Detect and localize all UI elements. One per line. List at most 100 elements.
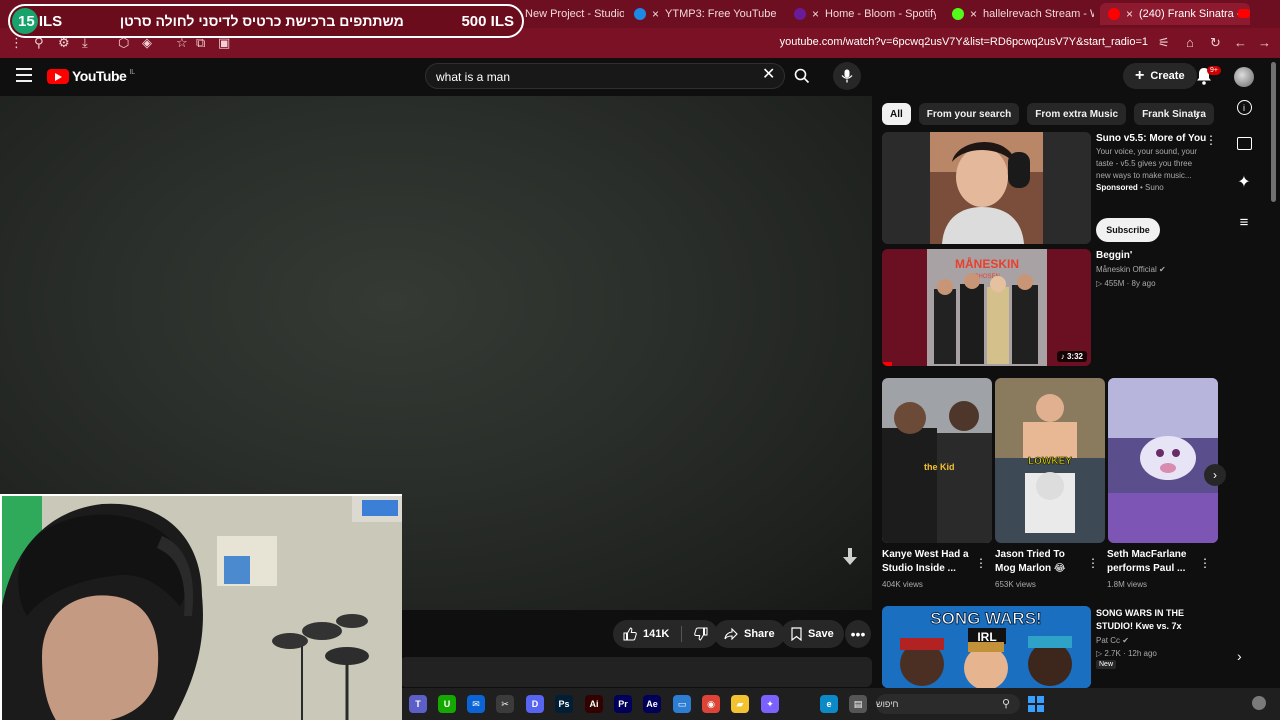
- hamburger-menu-icon[interactable]: [16, 68, 32, 82]
- search-input[interactable]: what is a man: [425, 63, 785, 89]
- more-vertical-icon[interactable]: ⋮: [975, 556, 987, 570]
- taskbar-edge-icon[interactable]: e: [820, 695, 838, 713]
- taskbar-illustrator-icon[interactable]: Ai: [585, 695, 603, 713]
- search-button[interactable]: [785, 63, 819, 89]
- shorts-next-button[interactable]: ›: [1204, 464, 1226, 486]
- reload-icon[interactable]: ↻: [1210, 35, 1221, 51]
- taskbar-search[interactable]: חיפוש: [876, 694, 1020, 714]
- chip-frank-sinatra[interactable]: Frank Sinatra: [1134, 103, 1214, 125]
- clear-search-icon[interactable]: ✕: [762, 64, 775, 84]
- taskbar-snip-icon[interactable]: ✂: [496, 695, 514, 713]
- tab-label: New Project - Studio: [525, 8, 624, 20]
- tab-ytmp3[interactable]: × YTMP3: Free YouTube to MP3 C: [626, 3, 776, 25]
- taskbar-desktop-icon[interactable]: ▭: [673, 695, 691, 713]
- taskbar-after-effects-icon[interactable]: Ae: [643, 695, 661, 713]
- tab-close-icon[interactable]: ×: [1126, 7, 1133, 21]
- mix-video-meta: ▷ 455M · 8y ago: [1096, 279, 1156, 288]
- voice-search-button[interactable]: [833, 62, 861, 90]
- playlist-icon[interactable]: ≡: [1240, 214, 1249, 231]
- song-wars-channel[interactable]: Pat Cc ✔: [1096, 636, 1129, 645]
- short-card[interactable]: LOWKEY: [995, 378, 1105, 543]
- taskbar-discord-icon[interactable]: D: [526, 695, 544, 713]
- mix-thumbnail[interactable]: MÅNESKIN CHOSEN ♪ 3:32: [882, 249, 1091, 366]
- taskbar-premiere-icon[interactable]: Pr: [614, 695, 632, 713]
- donation-banner: 15 ILS משתתפים ברכישת כרטיס לדיסני לחולה…: [8, 4, 524, 38]
- tab-youtube-active[interactable]: × (240) Frank Sinatra - My Way (: [1100, 3, 1250, 25]
- more-vertical-icon[interactable]: ⋮: [1199, 556, 1211, 570]
- short-views: 404K views: [882, 580, 923, 589]
- create-button[interactable]: + Create: [1123, 63, 1197, 89]
- description-box[interactable]: [400, 657, 872, 687]
- back-icon[interactable]: ←: [1234, 35, 1247, 50]
- chevron-right-icon[interactable]: ›: [1237, 648, 1242, 664]
- chevron-right-icon[interactable]: ›: [1195, 107, 1200, 123]
- short-overlay-text: the Kid: [924, 462, 955, 472]
- short-title[interactable]: Kanye West Had a Studio Inside ...: [882, 548, 974, 576]
- tab-close-icon[interactable]: ×: [970, 7, 977, 21]
- thumbs-up-icon[interactable]: [623, 627, 637, 641]
- system-tray-icon[interactable]: [1252, 696, 1266, 710]
- tab-kick[interactable]: × hallelrevach Stream - Watch Li: [944, 3, 1094, 25]
- more-vertical-icon[interactable]: ⋮: [1205, 133, 1217, 147]
- youtube-logo[interactable]: YouTube IL: [47, 68, 135, 84]
- duration-text: 3:32: [1066, 352, 1083, 361]
- thumb-headline: SONG WARS!: [930, 609, 1041, 628]
- sparkle-icon[interactable]: ✦: [1237, 172, 1250, 192]
- more-actions-button[interactable]: •••: [845, 620, 871, 648]
- taskbar-copilot-icon[interactable]: ✦: [761, 695, 779, 713]
- like-dislike-group: 141K: [613, 620, 719, 648]
- chip-from-extra-music[interactable]: From extra Music: [1027, 103, 1127, 125]
- tab-spotify[interactable]: × Home - Bloom - Spotify for Ar: [786, 3, 936, 25]
- taskbar-files-icon[interactable]: ▤: [849, 695, 867, 713]
- tab-favicon-icon: [952, 8, 964, 20]
- home-icon[interactable]: ⌂: [1186, 35, 1194, 50]
- taskbar-photoshop-icon[interactable]: Ps: [555, 695, 573, 713]
- short-title[interactable]: Seth MacFarlane performs Paul ...: [1107, 548, 1199, 576]
- info-icon[interactable]: i: [1236, 100, 1252, 115]
- chip-from-your-search[interactable]: From your search: [918, 103, 1020, 125]
- arrow-down-icon[interactable]: [843, 548, 857, 566]
- subscribe-button[interactable]: Subscribe: [1096, 218, 1160, 242]
- mix-image: MÅNESKIN CHOSEN: [882, 249, 1091, 366]
- share-label: Share: [744, 628, 775, 640]
- taskbar-teams-icon[interactable]: T: [409, 695, 427, 713]
- forward-icon[interactable]: →: [1258, 35, 1271, 50]
- like-count[interactable]: 141K: [643, 628, 669, 640]
- upload-age: 8y ago: [1131, 279, 1156, 288]
- thumbs-down-icon[interactable]: [694, 627, 708, 641]
- tab-close-icon[interactable]: ×: [652, 7, 659, 21]
- save-button[interactable]: Save: [781, 620, 844, 648]
- short-title[interactable]: Jason Tried To Mog Marlon 😂: [995, 548, 1087, 576]
- divider: [681, 626, 683, 642]
- mix-video-title[interactable]: Beggin': [1096, 250, 1132, 261]
- short-card[interactable]: [1108, 378, 1218, 543]
- share-button[interactable]: Share: [714, 620, 785, 648]
- short-thumbnail: LOWKEY: [995, 378, 1105, 543]
- song-wars-title[interactable]: SONG WARS IN THE STUDIO! Kwe vs. 7x: [1096, 607, 1206, 633]
- short-thumbnail: the Kid: [882, 378, 992, 543]
- webcam-feed: [0, 494, 402, 720]
- video-duration: ♪ 3:32: [1056, 351, 1087, 362]
- taskbar-mail-icon[interactable]: ✉: [467, 695, 485, 713]
- address-bar[interactable]: youtube.com/watch?v=6pcwq2usV7Y&list=RD6…: [780, 36, 1148, 48]
- account-avatar[interactable]: [1234, 67, 1254, 87]
- taskbar-upwork-icon[interactable]: U: [438, 695, 456, 713]
- mix-video-channel[interactable]: Måneskin Official ✔: [1096, 265, 1166, 274]
- song-wars-image: SONG WARS! IRL: [882, 606, 1091, 688]
- ad-title[interactable]: Suno v5.5: More of You: [1096, 133, 1206, 144]
- windows-start-icon[interactable]: [1028, 696, 1044, 712]
- site-settings-icon[interactable]: ⚟: [1158, 35, 1170, 51]
- shorts-shelf: the Kid LOWKEY: [882, 378, 1218, 543]
- chip-all[interactable]: All: [882, 103, 911, 125]
- webcam-image: [2, 496, 402, 720]
- more-vertical-icon[interactable]: ⋮: [1087, 556, 1099, 570]
- scrollbar[interactable]: [1271, 62, 1276, 202]
- channel-name: Måneskin Official: [1096, 265, 1157, 274]
- ad-thumbnail[interactable]: [882, 132, 1091, 244]
- song-wars-thumbnail[interactable]: SONG WARS! IRL: [882, 606, 1091, 688]
- taskbar-chrome-icon[interactable]: ◉: [702, 695, 720, 713]
- comments-icon[interactable]: [1236, 137, 1252, 150]
- taskbar-explorer-icon[interactable]: ▰: [731, 695, 749, 713]
- tab-close-icon[interactable]: ×: [812, 7, 819, 21]
- short-card[interactable]: the Kid: [882, 378, 992, 543]
